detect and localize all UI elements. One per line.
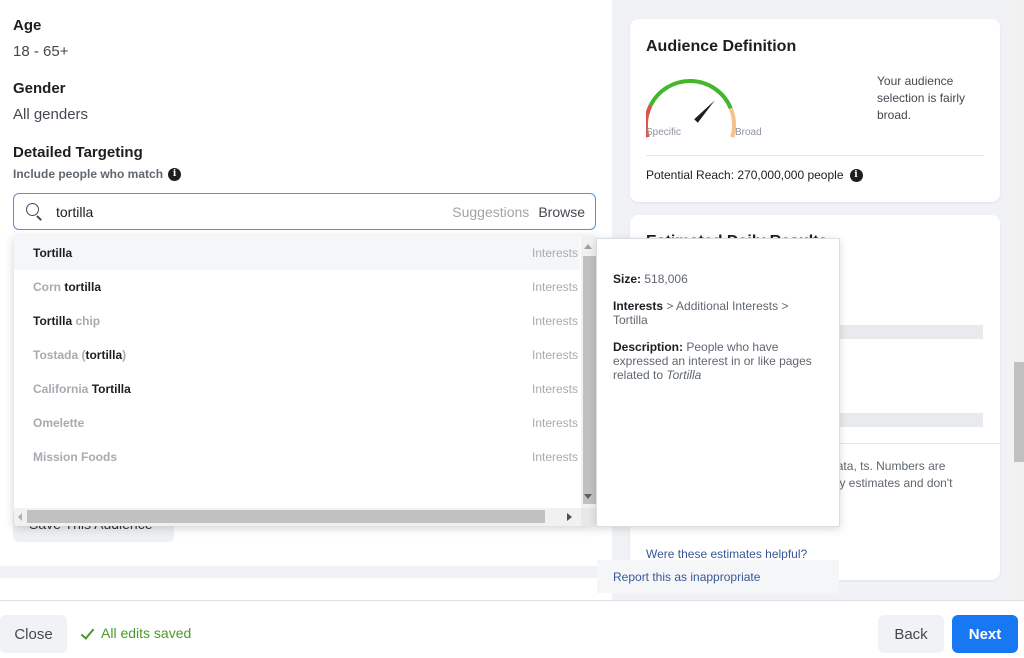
include-people-text: Include people who match (13, 167, 164, 181)
size-label: Size: (613, 272, 642, 286)
match-highlight: Tortilla (91, 382, 131, 396)
scroll-corner (581, 508, 596, 526)
loading-placeholder (830, 325, 983, 339)
gender-label: Gender (13, 80, 66, 97)
suggestion-name: Omelette (33, 416, 84, 430)
loading-placeholder (830, 413, 983, 427)
page-scrollbar[interactable] (1012, 0, 1024, 600)
scroll-left-arrow-icon[interactable] (18, 513, 22, 521)
next-section (0, 578, 612, 600)
suggestion-text: ) (122, 348, 127, 362)
scroll-up-arrow-icon[interactable] (584, 244, 592, 249)
suggestion-name: Tortilla chip (33, 314, 100, 328)
age-label: Age (13, 17, 42, 34)
close-button[interactable]: Close (0, 615, 67, 653)
suggestion-category: Interests (532, 314, 579, 328)
suggestion-item[interactable]: Corn tortilla Interests (14, 270, 580, 304)
suggestion-category: Interests (532, 450, 579, 464)
suggestion-item[interactable]: Tostada (tortilla) Interests (14, 338, 580, 372)
suggestion-item[interactable]: Tortilla Interests (14, 236, 580, 270)
info-icon[interactable]: i (849, 168, 863, 182)
gauge-broad-label: Broad (735, 127, 762, 138)
suggestion-text: Mission Foods (33, 450, 117, 464)
gauge-segment-broad (728, 107, 736, 138)
suggestion-text: chip (72, 314, 101, 328)
scroll-down-arrow-icon[interactable] (584, 494, 592, 499)
scrollbar-thumb[interactable] (27, 510, 545, 523)
match-highlight: Tortilla (33, 246, 73, 260)
audience-definition-title: Audience Definition (646, 38, 797, 55)
suggestion-name: California Tortilla (33, 382, 131, 396)
suggestions-dropdown: Tortilla Interests Corn tortilla Interests T… (14, 236, 596, 526)
dropdown-vertical-scrollbar[interactable] (581, 236, 596, 508)
save-status: All edits saved (79, 625, 191, 641)
suggestion-name: Tostada (tortilla) (33, 348, 126, 362)
suggestion-name: Mission Foods (33, 450, 117, 464)
detailed-targeting-label: Detailed Targeting (13, 144, 143, 161)
potential-reach-text: Potential Reach: 270,000,000 people (646, 168, 844, 182)
description-label: Description: (613, 340, 684, 354)
estimates-helpful-link[interactable]: Were these estimates helpful? (646, 547, 807, 561)
suggestion-name: Tortilla (33, 246, 72, 260)
page-scrollbar-thumb[interactable] (1014, 362, 1024, 462)
checkmark-icon (79, 625, 95, 641)
footer-bar: Close All edits saved Back Next (0, 600, 1024, 658)
save-status-text: All edits saved (101, 625, 192, 641)
divider (646, 155, 984, 156)
suggestion-text: Omelette (33, 416, 85, 430)
path-category: Interests (613, 299, 664, 313)
gauge-specific-label: Specific (646, 127, 682, 138)
size-value: 518,006 (644, 272, 688, 286)
match-highlight: tortilla (85, 348, 123, 362)
browse-button[interactable]: Browse (538, 204, 585, 220)
tooltip-description: Description: People who have expressed a… (613, 340, 823, 382)
gender-value[interactable]: All genders (13, 106, 88, 123)
potential-reach: Potential Reach: 270,000,000 people i (646, 168, 863, 182)
suggestion-category: Interests (532, 416, 579, 430)
interest-details-tooltip: Size: 518,006 Interests > Additional Int… (596, 238, 840, 527)
suggestion-category: Interests (532, 382, 579, 396)
tooltip-size: Size: 518,006 (613, 272, 823, 286)
scroll-right-arrow-icon[interactable] (567, 513, 572, 521)
section-divider (0, 566, 612, 578)
description-interest: Tortilla (666, 368, 702, 382)
suggestion-item[interactable]: Mission Foods Interests (14, 440, 580, 474)
gauge-needle (694, 100, 715, 123)
match-highlight: Tortilla (33, 314, 73, 328)
next-button[interactable]: Next (952, 615, 1018, 653)
back-button[interactable]: Back (878, 615, 944, 653)
suggestion-item[interactable]: Omelette Interests (14, 406, 580, 440)
suggestion-category: Interests (532, 348, 579, 362)
audience-description: Your audience selection is fairly broad. (877, 74, 966, 122)
suggestion-text: Tostada ( (33, 348, 86, 362)
age-value[interactable]: 18 - 65+ (13, 43, 68, 60)
suggestion-category: Interests (532, 246, 579, 260)
report-inappropriate-link[interactable]: Report this as inappropriate (597, 560, 839, 593)
suggestion-item[interactable]: California Tortilla Interests (14, 372, 580, 406)
suggestions-button[interactable]: Suggestions (452, 204, 529, 220)
info-icon[interactable]: i (168, 167, 182, 181)
include-people-label: Include people who match i (13, 167, 182, 181)
suggestion-text: California (33, 382, 92, 396)
search-input[interactable]: tortilla (56, 204, 452, 220)
tooltip-path: Interests > Additional Interests > Torti… (613, 299, 823, 327)
suggestion-name: Corn tortilla (33, 280, 101, 294)
detailed-targeting-search[interactable]: tortilla Suggestions Browse (13, 193, 596, 230)
audience-definition-card: Audience Definition Specific Broad Your … (630, 19, 1000, 202)
suggestion-item[interactable]: Tortilla chip Interests (14, 304, 580, 338)
dropdown-horizontal-scrollbar[interactable] (14, 508, 581, 526)
suggestion-category: Interests (532, 280, 579, 294)
scrollbar-thumb[interactable] (583, 256, 596, 504)
search-icon (24, 202, 44, 222)
suggestion-text: Corn (33, 280, 65, 294)
gauge-segment-balanced (648, 79, 733, 110)
match-highlight: tortilla (64, 280, 102, 294)
